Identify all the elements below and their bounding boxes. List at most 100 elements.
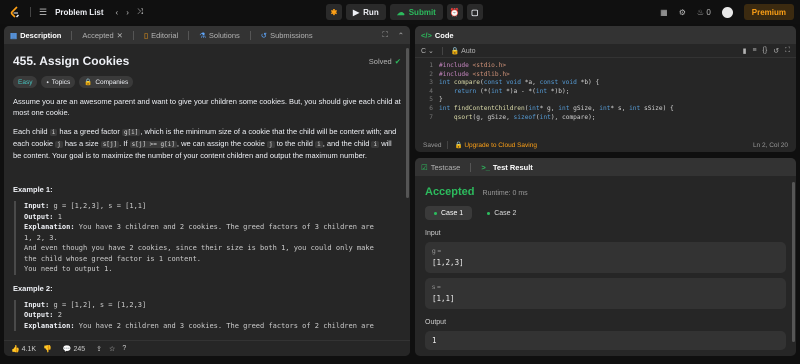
inline-code: j (55, 141, 63, 148)
inline-code: s[j] >= g[i] (129, 141, 177, 148)
braces-icon[interactable]: {} (763, 47, 768, 55)
problem-title[interactable]: 455. Assign Cookies (13, 55, 129, 67)
example-2-heading: Example 2: (13, 283, 53, 293)
tab-description[interactable]: ▤ Description (10, 31, 61, 40)
example-1-heading: Example 1: (13, 185, 53, 194)
text: has a greed factor (57, 127, 122, 136)
tag-row: Easy ⬩ Topics 🔒 Companies (13, 76, 401, 88)
upgrade-link[interactable]: 🔒 Upgrade to Cloud Saving (454, 141, 537, 149)
code-token: return (453, 87, 480, 95)
collapse-icon[interactable]: ⌃ (398, 31, 404, 40)
tab-submissions[interactable]: ↺ Submissions (261, 31, 313, 40)
settings-icon[interactable]: ⚙ (679, 8, 686, 17)
auto-mode[interactable]: 🔒 Auto (451, 47, 476, 55)
code-line[interactable]: 2 #include <stdlib.h> (415, 71, 796, 80)
code-editor[interactable]: 1 #include <stdio.h> 2 #include <stdlib.h> 3… (415, 58, 796, 122)
language-select[interactable]: C ⌄ (421, 47, 434, 55)
inline-code: s[j] (100, 141, 120, 148)
premium-button[interactable]: Premium (743, 4, 794, 20)
format-icon[interactable]: ≡ (752, 47, 756, 55)
fullscreen-icon[interactable]: ⛶ (785, 47, 790, 55)
code-line[interactable]: 4 return (*(int *)a - *(int *)b); (415, 88, 796, 97)
leetcode-logo-icon[interactable] (8, 5, 22, 19)
difficulty-badge: Easy (13, 76, 38, 88)
pass-dot-icon (434, 211, 437, 215)
code-token: int (491, 87, 507, 95)
help-icon[interactable]: ? (122, 345, 126, 352)
output-box: 1 (425, 331, 786, 350)
companies-tag[interactable]: 🔒 Companies (79, 76, 134, 88)
avatar[interactable] (721, 6, 733, 18)
like-button[interactable]: 👍 4.1K (11, 345, 36, 353)
case-label: Case 2 (494, 209, 517, 217)
scrollbar[interactable] (792, 182, 795, 342)
code-token: *b) { (580, 79, 600, 87)
tab-accepted[interactable]: Accepted ✕ (82, 31, 123, 40)
bookmark-icon[interactable]: ▮ (743, 47, 747, 55)
tab-editorial[interactable]: ▯ Editorial (144, 31, 178, 40)
submit-button[interactable]: ☁ Submit (389, 4, 443, 20)
inline-code: g[i] (121, 129, 141, 136)
code-line[interactable]: 5} (415, 96, 796, 105)
solved-label: Solved (368, 57, 392, 66)
reset-icon[interactable]: ↺ (773, 47, 779, 55)
timer-button[interactable]: ⏰ (446, 4, 463, 20)
code-token: *)a - *( (506, 87, 536, 95)
comments-button[interactable]: 💬 245 (63, 345, 85, 353)
separator (441, 46, 443, 55)
code-token: int (528, 104, 540, 112)
close-icon[interactable]: ✕ (117, 31, 123, 40)
code-line[interactable]: 3 int compare(const void *a, const void *… (415, 79, 796, 88)
case-2-tab[interactable]: Case 2 (478, 206, 525, 220)
tab-code[interactable]: </> Code (421, 31, 454, 40)
code-line[interactable]: 1 #include <stdio.h> (415, 62, 796, 71)
code-text: int compare(const void *a, const void *b… (439, 79, 599, 88)
maximize-icon[interactable]: ⛶ (382, 30, 387, 40)
notes-button[interactable]: ▢ (466, 4, 483, 20)
explanation-label: Explanation: (24, 321, 75, 330)
streak-counter[interactable]: ♨ 0 (697, 8, 711, 17)
share-icon[interactable]: ⇪ (96, 345, 102, 353)
solved-status: Solved ✔ (369, 56, 401, 67)
star-icon[interactable]: ☆ (109, 345, 115, 353)
tab-solutions[interactable]: ⚗ Solutions (199, 31, 240, 40)
code-token: * g, (539, 104, 559, 112)
topics-tag[interactable]: ⬩ Topics (41, 76, 76, 88)
code-token: qsort (453, 113, 473, 121)
example-2-block: Input: g = [1,2], s = [1,2,3] Output: 2 … (14, 299, 401, 331)
scrollbar[interactable] (406, 48, 409, 198)
problem-list-link[interactable]: Problem List (55, 8, 103, 17)
editor-actions: ▮ ≡ {} ↺ ⛶ (743, 47, 796, 55)
code-token: *a, (524, 79, 540, 87)
case-tabs: Case 1 Case 2 (415, 198, 796, 220)
dislike-button[interactable]: 👎 (43, 345, 52, 353)
code-text: return (*(int *)a - *(int *)b); (439, 87, 570, 97)
code-token: int (599, 104, 611, 112)
runtime: Runtime: 0 ms (482, 190, 528, 197)
shuffle-icon[interactable]: ⤨ (137, 7, 143, 17)
code-line[interactable]: 6 int findContentChildren(int* g, int gSi… (415, 105, 796, 114)
code-footer: Saved 🔒 Upgrade to Cloud Saving Ln 2, Co… (415, 138, 796, 152)
layout-icon[interactable]: ▦ (660, 8, 668, 17)
tag-label: Topics (51, 78, 71, 86)
debug-button[interactable]: ✱ (326, 4, 342, 20)
code-text: int findContentChildren(int* g, int gSiz… (439, 105, 674, 114)
verdict: Accepted (425, 186, 475, 198)
case-1-tab[interactable]: Case 1 (425, 206, 473, 220)
inline-code: i (371, 141, 380, 148)
next-problem-icon[interactable]: › (126, 8, 129, 17)
case-label: Case 1 (441, 209, 464, 217)
tab-test-result[interactable]: >_ Test Result (481, 163, 532, 172)
prev-problem-icon[interactable]: ‹ (116, 8, 119, 17)
list-icon[interactable]: ☰ (39, 7, 47, 18)
tag-icon: ⬩ (46, 78, 49, 86)
result-tabs: ☑ Testcase >_ Test Result (415, 158, 796, 176)
code-token: (*( (479, 87, 492, 95)
code-line[interactable]: 7 qsort(g, gSize, sizeof(int), compare); (415, 114, 796, 123)
output-label: Output (425, 319, 447, 326)
run-button[interactable]: ▶ Run (346, 4, 386, 20)
run-label: Run (363, 7, 379, 17)
explanation-label: Explanation: (24, 223, 75, 231)
tab-testcase[interactable]: ☑ Testcase (421, 163, 460, 172)
